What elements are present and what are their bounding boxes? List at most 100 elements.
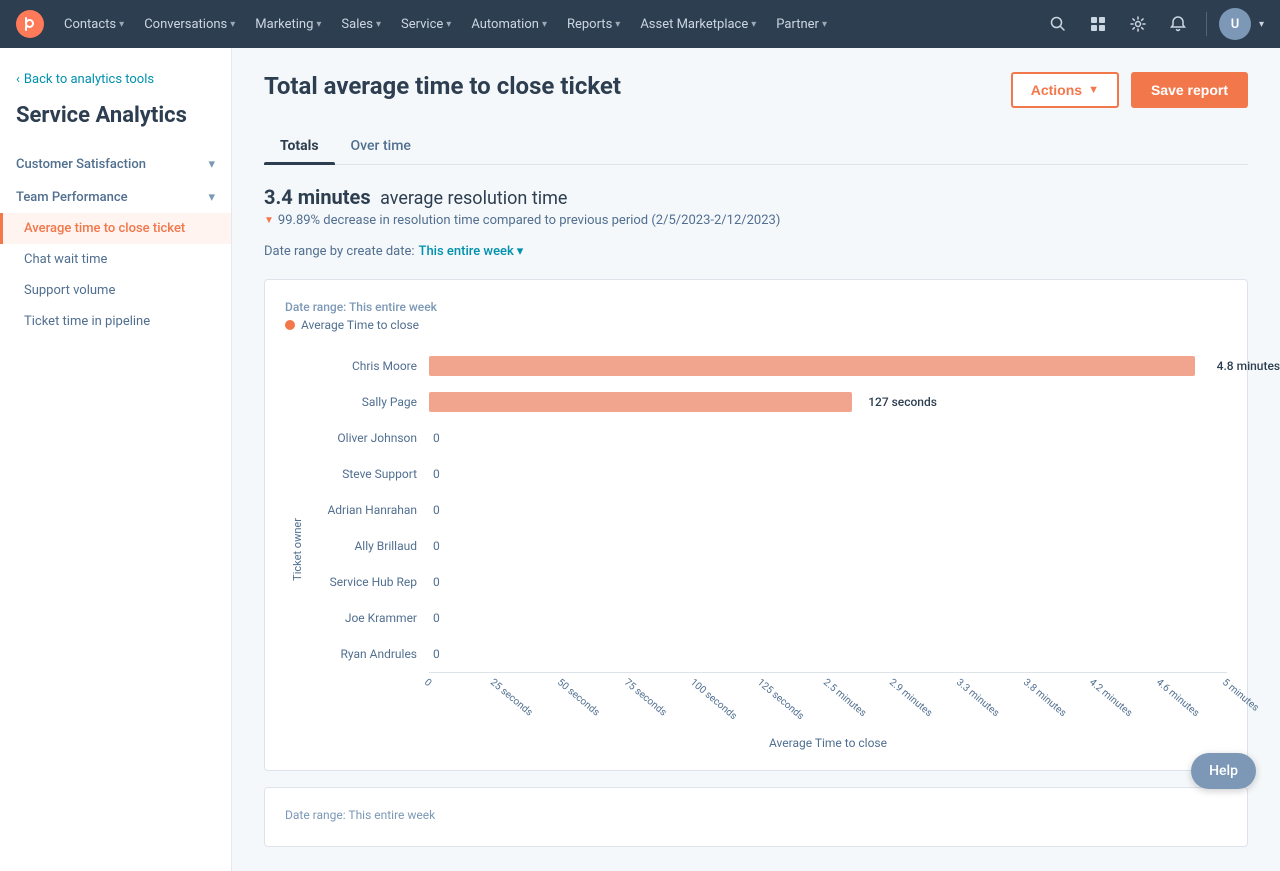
save-report-button[interactable]: Save report <box>1131 72 1248 108</box>
bar-zero-label: 0 <box>429 431 440 445</box>
row-bar-area: 0 <box>429 611 1227 625</box>
tab-totals[interactable]: Totals <box>264 128 335 164</box>
actions-chevron-icon: ▼ <box>1088 84 1099 96</box>
date-filter: Date range by create date: This entire w… <box>264 244 1248 259</box>
stat-label: average resolution time <box>380 188 567 209</box>
back-chevron-icon: ‹ <box>16 72 20 87</box>
topnav-right-area: U ▾ <box>1042 8 1264 40</box>
page-header: Total average time to close ticket Actio… <box>264 72 1248 108</box>
main-content: Total average time to close ticket Actio… <box>232 48 1280 871</box>
top-navigation: Contacts ▾ Conversations ▾ Marketing ▾ S… <box>0 0 1280 48</box>
sidebar-section-team-performance: Team Performance ▾ Average time to close… <box>0 182 231 337</box>
bar-zero-label: 0 <box>429 611 440 625</box>
row-bar-area: 127 seconds <box>429 392 1227 412</box>
nav-contacts[interactable]: Contacts ▾ <box>56 13 132 36</box>
bar-value-label: 127 seconds <box>868 395 937 409</box>
x-tick: 0 <box>422 677 433 689</box>
nav-automation[interactable]: Automation ▾ <box>463 13 555 36</box>
chart-row: Ally Brillaud0 <box>309 528 1227 564</box>
x-tick: 4.6 minutes <box>1153 677 1200 719</box>
x-tick: 75 seconds <box>621 677 667 718</box>
legend-dot-icon <box>285 320 295 330</box>
sidebar-item-avg-close-ticket[interactable]: Average time to close ticket <box>0 213 231 244</box>
row-bar-area: 4.8 minutes <box>429 356 1227 376</box>
settings-button[interactable] <box>1122 8 1154 40</box>
nav-service[interactable]: Service ▾ <box>393 13 459 36</box>
bar: 127 seconds <box>429 392 852 412</box>
help-button[interactable]: Help <box>1191 753 1256 789</box>
second-chart-legend: Date range: This entire week <box>285 808 1227 822</box>
chevron-icon: ▾ <box>119 19 124 30</box>
chevron-icon: ▾ <box>230 19 235 30</box>
chart-row: Adrian Hanrahan0 <box>309 492 1227 528</box>
row-bar-area: 0 <box>429 467 1227 481</box>
row-label: Oliver Johnson <box>309 431 429 445</box>
nav-partner[interactable]: Partner ▾ <box>768 13 835 36</box>
notifications-button[interactable] <box>1162 8 1194 40</box>
stats-section: 3.4 minutes average resolution time ▼ 99… <box>264 185 1248 228</box>
row-label: Adrian Hanrahan <box>309 503 429 517</box>
chart-row: Service Hub Rep0 <box>309 564 1227 600</box>
row-label: Joe Krammer <box>309 611 429 625</box>
nav-marketing[interactable]: Marketing ▾ <box>247 13 329 36</box>
chevron-icon: ▾ <box>615 19 620 30</box>
x-tick: 125 seconds <box>754 677 805 722</box>
search-button[interactable] <box>1042 8 1074 40</box>
x-tick: 25 seconds <box>488 677 534 718</box>
chevron-icon: ▾ <box>822 19 827 30</box>
chart-row: Steve Support0 <box>309 456 1227 492</box>
stat-value: 3.4 minutes <box>264 185 371 209</box>
date-filter-chevron-icon: ▾ <box>517 244 524 259</box>
sidebar: ‹ Back to analytics tools Service Analyt… <box>0 48 232 871</box>
bar: 4.8 minutes <box>429 356 1195 376</box>
row-bar-area: 0 <box>429 647 1227 661</box>
sidebar-section-header-team-performance[interactable]: Team Performance ▾ <box>0 182 231 213</box>
chart-row: Sally Page127 seconds <box>309 384 1227 420</box>
row-label: Service Hub Rep <box>309 575 429 589</box>
back-to-analytics-link[interactable]: ‹ Back to analytics tools <box>0 64 231 103</box>
x-tick: 4.2 minutes <box>1087 677 1134 719</box>
stat-change: ▼ 99.89% decrease in resolution time com… <box>264 213 1248 228</box>
tab-over-time[interactable]: Over time <box>335 128 427 164</box>
bar-chart: Ticket owner Chris Moore4.8 minutes Sally… <box>285 348 1227 750</box>
marketplace-button[interactable] <box>1082 8 1114 40</box>
avatar-chevron[interactable]: ▾ <box>1259 19 1264 30</box>
chevron-icon: ▾ <box>751 19 756 30</box>
sidebar-item-ticket-pipeline[interactable]: Ticket time in pipeline <box>0 306 231 337</box>
sidebar-section-header-customer-satisfaction[interactable]: Customer Satisfaction ▾ <box>0 149 231 180</box>
nav-reports[interactable]: Reports ▾ <box>559 13 628 36</box>
row-bar-area: 0 <box>429 503 1227 517</box>
second-chart-preview: Date range: This entire week <box>264 787 1248 847</box>
nav-asset-marketplace[interactable]: Asset Marketplace ▾ <box>632 13 764 36</box>
chevron-icon: ▾ <box>376 19 381 30</box>
chart-rows: Chris Moore4.8 minutesSally Page127 seco… <box>309 348 1227 672</box>
row-label: Chris Moore <box>309 359 429 373</box>
date-filter-link[interactable]: This entire week ▾ <box>419 244 524 259</box>
hubspot-logo[interactable] <box>16 10 44 38</box>
user-avatar[interactable]: U <box>1219 8 1251 40</box>
x-tick: 50 seconds <box>555 677 601 718</box>
report-tabs: Totals Over time <box>264 128 1248 165</box>
x-tick: 3.8 minutes <box>1020 677 1067 719</box>
nav-sales[interactable]: Sales ▾ <box>333 13 389 36</box>
y-axis-label-area: Ticket owner <box>285 348 309 750</box>
x-axis-title: Average Time to close <box>429 736 1227 750</box>
chart-container: Date range: This entire week Average Tim… <box>264 279 1248 771</box>
sidebar-item-support-volume[interactable]: Support volume <box>0 275 231 306</box>
x-tick: 3.3 minutes <box>954 677 1001 719</box>
bar-zero-label: 0 <box>429 575 440 589</box>
header-actions: Actions ▼ Save report <box>1011 72 1248 108</box>
section-collapse-icon: ▾ <box>208 190 215 205</box>
actions-button[interactable]: Actions ▼ <box>1011 72 1119 108</box>
sidebar-item-chat-wait-time[interactable]: Chat wait time <box>0 244 231 275</box>
nav-conversations[interactable]: Conversations ▾ <box>136 13 243 36</box>
sidebar-section-customer-satisfaction: Customer Satisfaction ▾ <box>0 149 231 180</box>
row-label: Sally Page <box>309 395 429 409</box>
nav-divider <box>1206 12 1207 36</box>
bar-zero-label: 0 <box>429 647 440 661</box>
row-bar-area: 0 <box>429 539 1227 553</box>
row-label: Ally Brillaud <box>309 539 429 553</box>
x-axis: 025 seconds50 seconds75 seconds100 secon… <box>429 672 1227 732</box>
chart-row: Joe Krammer0 <box>309 600 1227 636</box>
bar-zero-label: 0 <box>429 503 440 517</box>
